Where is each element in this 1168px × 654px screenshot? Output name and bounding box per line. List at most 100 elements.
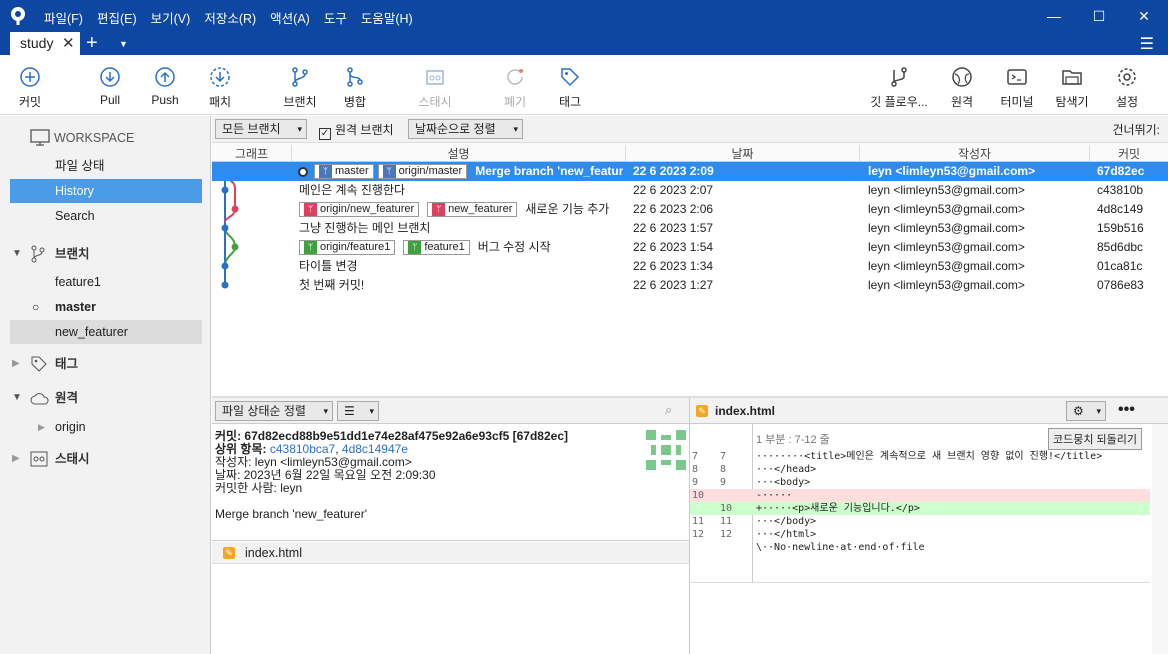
sidebar-item-label: origin [55, 420, 86, 434]
diff-line: 11 11 ···</body> [690, 515, 1150, 528]
column-author[interactable]: 작성자 [860, 145, 1090, 161]
sidebar-item-new-featurer[interactable]: new_featurer [10, 320, 202, 344]
branch-icon [292, 67, 308, 87]
sidebar-item-feature1[interactable]: feature1 [10, 270, 202, 294]
chevron-down-icon: ▼ [12, 248, 22, 259]
tag-button[interactable]: 태그 [540, 65, 600, 110]
sidebar-section-branches[interactable]: ▼ 브랜치 [10, 242, 202, 266]
changed-file-item[interactable]: ✎ index.html [212, 542, 689, 564]
tag-icon [31, 356, 47, 372]
gitflow-button[interactable]: 깃 플로우... [864, 65, 934, 110]
branch-button[interactable]: 브랜치 [270, 65, 330, 110]
menu-repository[interactable]: 저장소(R) [204, 8, 256, 27]
branch-icon: ᛘ [432, 203, 446, 217]
modified-icon: ✎ [223, 547, 235, 559]
settings-button[interactable]: 설정 [1097, 65, 1157, 110]
sidebar-section-tags[interactable]: ▶ 태그 [10, 352, 202, 376]
explorer-button[interactable]: 탐색기 [1042, 65, 1102, 110]
old-line-number: 12 [692, 529, 705, 540]
sidebar-section-stashes[interactable]: ▶ 스태시 [10, 447, 202, 471]
revert-hunk-button[interactable]: 코드뭉치 되돌리기 [1048, 428, 1143, 450]
terminal-button[interactable]: 터미널 [987, 65, 1047, 110]
menu-view[interactable]: 보기(V) [151, 8, 191, 27]
chevron-down-icon[interactable]: ▼ [119, 34, 128, 54]
table-row[interactable]: ᛘ origin/feature1 ᛘ feature1 버그 수정 시작 22 6 2… [212, 238, 1168, 257]
merge-button[interactable]: 병합 [325, 65, 385, 110]
remote-branches-checkbox[interactable]: ✓ 원격 브랜치 [319, 121, 394, 140]
table-row[interactable]: ᛘ origin/new_featurer ᛘ new_featurer 새로운 기능 … [212, 200, 1168, 219]
commit-button[interactable]: 커밋 [0, 65, 60, 110]
chevron-right-icon: ▶ [12, 453, 20, 464]
sidebar: WORKSPACE 파일 상태 History Search ▼ 브랜치 feat… [0, 116, 211, 654]
new-line-number: 10 [720, 503, 733, 514]
commit-message: 첫 번째 커밋! [299, 278, 365, 292]
column-commit[interactable]: 커밋 [1090, 145, 1168, 161]
maximize-icon[interactable]: ☐ [1089, 8, 1109, 25]
table-row[interactable]: 첫 번째 커밋! 22 6 2023 1:27 leyn <limleyn53@… [212, 276, 1168, 295]
detail-toolbar: 파일 상태순 정렬 ▾ ☰ ▾ ⌕ [212, 398, 689, 424]
commit-hash: c43810b [1097, 183, 1144, 197]
line-text: ········<title>메인은 계속적으로 새 브랜치 영향 없이 진행!… [756, 451, 1103, 462]
tab-close-icon[interactable]: ✕ [62, 34, 75, 52]
commit-message: 버그 수정 시작 [477, 240, 551, 254]
menu-tools[interactable]: 도구 [324, 8, 347, 27]
branch-icon: ᛘ [304, 241, 317, 255]
stash-icon [30, 451, 48, 467]
branch-filter-dropdown[interactable]: 모든 브랜치 ▾ [215, 119, 307, 139]
modified-icon: ✎ [696, 405, 708, 417]
pull-button[interactable]: Pull [80, 65, 140, 107]
sidebar-item-origin[interactable]: ▶ origin [10, 415, 202, 439]
sidebar-item-file-status[interactable]: 파일 상태 [10, 154, 202, 178]
sidebar-item-search[interactable]: Search [10, 204, 202, 228]
table-row[interactable]: 메인은 계속 진행한다 22 6 2023 2:07 leyn <limleyn… [212, 181, 1168, 200]
branch-label: 브랜치 [283, 95, 317, 109]
sort-dropdown[interactable]: 날짜순으로 정렬 ▾ [408, 119, 523, 139]
parent-link[interactable]: 4d8c14947e [342, 442, 408, 456]
diff-line: 8 8 ···</head> [690, 463, 1150, 476]
line-text: \··No·newline·at·end·of·file [756, 542, 925, 553]
tab-study[interactable]: study ✕ [10, 32, 80, 55]
column-graph[interactable]: 그래프 [212, 145, 292, 161]
diff-line: 7 7 ········<title>메인은 계속적으로 새 브랜치 영향 없이 진… [690, 450, 1150, 463]
menu-actions[interactable]: 액션(A) [270, 8, 310, 27]
branch-icon: ᛘ [304, 203, 317, 217]
scrollbar[interactable] [1152, 424, 1168, 654]
menu-edit[interactable]: 편집(E) [97, 8, 137, 27]
chevron-down-icon: ▾ [369, 406, 374, 416]
file-sort-dropdown[interactable]: 파일 상태순 정렬 ▾ [215, 401, 333, 421]
sidebar-section-label: 스태시 [55, 452, 90, 466]
column-date[interactable]: 날짜 [626, 145, 860, 161]
remote-button[interactable]: 원격 [932, 65, 992, 110]
table-row[interactable]: 그냥 진행하는 메인 브랜치 22 6 2023 1:57 leyn <liml… [212, 219, 1168, 238]
chevron-down-icon: ▼ [12, 392, 22, 403]
remote-label: 원격 [950, 95, 974, 109]
close-icon[interactable]: ✕ [1134, 8, 1154, 25]
more-options-icon[interactable]: ••• [1118, 401, 1135, 419]
menu-file[interactable]: 파일(F) [44, 8, 83, 27]
minimize-icon[interactable]: — [1044, 8, 1064, 24]
new-tab-icon[interactable]: + [86, 32, 98, 54]
search-icon[interactable]: ⌕ [665, 402, 672, 418]
sidebar-section-remotes[interactable]: ▼ 원격 [10, 386, 202, 410]
table-row[interactable]: ᛘ master ᛘ origin/master Merge branch 'new_f… [212, 162, 1168, 181]
view-mode-dropdown[interactable]: ☰ ▾ [337, 401, 379, 421]
discard-button[interactable]: 폐기 [485, 65, 545, 110]
menu-help[interactable]: 도움말(H) [361, 8, 413, 27]
check-icon: ✓ [319, 128, 331, 140]
diff-settings-dropdown[interactable]: ⚙ ▾ [1066, 401, 1106, 421]
sidebar-item-master[interactable]: ○ master [10, 295, 202, 319]
fetch-button[interactable]: 패치 [190, 65, 250, 110]
stash-button[interactable]: 스태시 [405, 65, 465, 110]
sidebar-item-history[interactable]: History [10, 179, 202, 203]
hamburger-menu-icon[interactable]: ☰ [1140, 34, 1154, 54]
table-row[interactable]: 타이틀 변경 22 6 2023 1:34 leyn <limleyn53@gm… [212, 257, 1168, 276]
column-description[interactable]: 설명 [292, 145, 626, 161]
gear-icon: ⚙ [1073, 404, 1084, 418]
commit-details: 커밋: 67d82ecd88b9e51dd1e74e28af475e92a6e9… [215, 430, 635, 521]
tag-label: origin/new_featurer [320, 203, 415, 216]
chevron-down-icon: ▾ [297, 124, 302, 134]
parent-link[interactable]: c43810bca7 [270, 442, 335, 456]
push-button[interactable]: Push [135, 65, 195, 107]
title-bar: 파일(F) 편집(E) 보기(V) 저장소(R) 액션(A) 도구 도움말(H)… [0, 0, 1168, 55]
line-text: +·····<p>새로운 기능입니다.</p> [756, 503, 920, 514]
